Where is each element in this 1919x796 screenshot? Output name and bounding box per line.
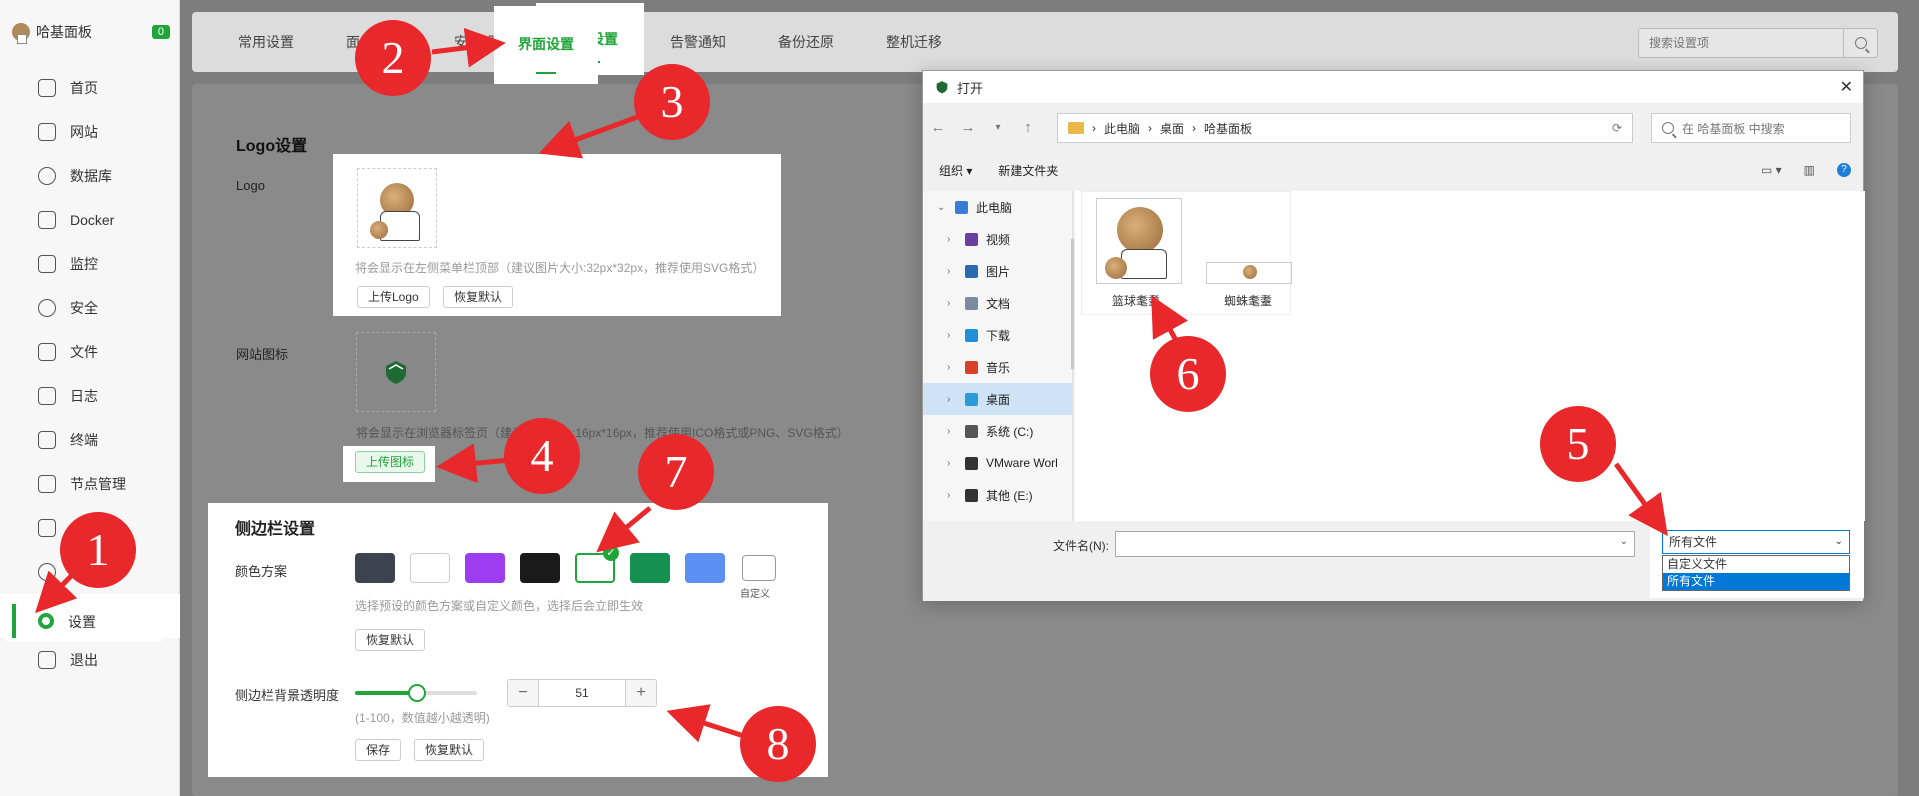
marker-8: 8 — [740, 706, 816, 782]
marker-7: 7 — [638, 434, 714, 510]
arrow-5 — [1613, 462, 1668, 537]
arrow-4 — [436, 443, 511, 484]
annotation-arrows — [35, 27, 1668, 743]
arrow-7 — [596, 506, 652, 553]
marker-2: 2 — [355, 20, 431, 96]
marker-4: 4 — [504, 418, 580, 494]
arrow-8 — [666, 704, 751, 743]
marker-1: 1 — [60, 512, 136, 588]
arrow-2 — [431, 27, 506, 68]
arrow-1 — [35, 570, 78, 614]
marker-3: 3 — [634, 64, 710, 140]
arrow-3 — [538, 113, 641, 159]
marker-5: 5 — [1540, 406, 1616, 482]
marker-6: 6 — [1150, 336, 1226, 412]
